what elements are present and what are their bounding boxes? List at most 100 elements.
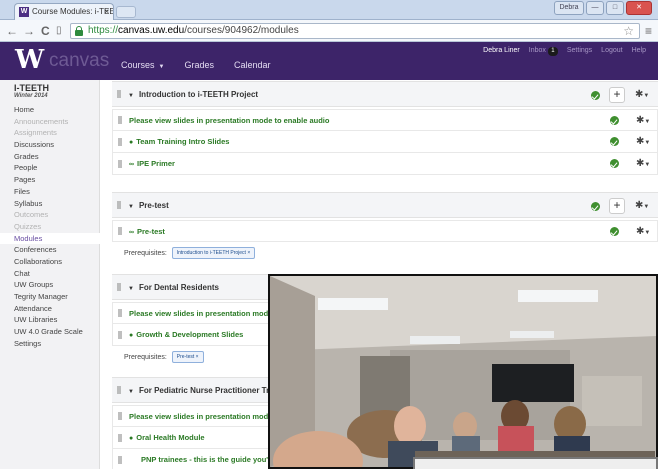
user-name-link[interactable]: Debra Liner bbox=[483, 47, 520, 56]
sidebar-item-chat[interactable]: Chat bbox=[0, 268, 100, 280]
item-title[interactable]: ● Team Training Intro Slides bbox=[129, 137, 229, 146]
gear-icon[interactable]: ✱▼ bbox=[636, 113, 654, 129]
window-user-button[interactable]: Debra bbox=[554, 1, 584, 15]
sidebar-item-syllabus[interactable]: Syllabus bbox=[0, 198, 100, 210]
collapse-triangle-icon[interactable]: ▼ bbox=[128, 286, 134, 292]
drag-handle-icon[interactable] bbox=[118, 433, 122, 442]
published-check-icon[interactable] bbox=[610, 137, 619, 146]
module-item[interactable]: ● Team Training Intro Slides ✱▼ bbox=[112, 131, 658, 153]
drag-handle-icon[interactable] bbox=[118, 159, 122, 168]
wrench-menu-icon[interactable]: ≡ bbox=[645, 24, 652, 38]
module-item[interactable]: ∞ IPE Primer ✱▼ bbox=[112, 153, 658, 175]
sidebar-item-conferences[interactable]: Conferences bbox=[0, 244, 100, 256]
drag-handle-icon[interactable] bbox=[117, 283, 121, 291]
item-title[interactable]: ∞ IPE Primer bbox=[129, 159, 175, 168]
page-icon: ▯ bbox=[56, 25, 62, 36]
item-title[interactable]: ∞ Pre-test bbox=[129, 227, 165, 236]
reload-icon[interactable]: C bbox=[41, 24, 50, 38]
sidebar-item-quizzes[interactable]: Quizzes bbox=[0, 221, 100, 233]
published-check-icon[interactable] bbox=[591, 91, 600, 100]
sidebar-item-assignments[interactable]: Assignments bbox=[0, 127, 100, 139]
item-title[interactable]: Please view slides in presentation mode … bbox=[129, 309, 282, 318]
back-arrow-icon[interactable]: ← bbox=[6, 24, 18, 38]
drag-handle-icon[interactable] bbox=[118, 309, 122, 317]
sidebar-item-people[interactable]: People bbox=[0, 162, 100, 174]
sidebar-item-grades[interactable]: Grades bbox=[0, 151, 100, 163]
address-bar[interactable]: https://canvas.uw.edu/courses/904962/mod… bbox=[70, 23, 640, 39]
sidebar-item-discussions[interactable]: Discussions bbox=[0, 139, 100, 151]
module-title[interactable]: ▼ Introduction to i-TEETH Project bbox=[128, 90, 258, 99]
forward-arrow-icon[interactable]: → bbox=[23, 24, 35, 38]
sidebar-item-uw-groups[interactable]: UW Groups bbox=[0, 279, 100, 291]
maximize-icon[interactable]: □ bbox=[606, 1, 624, 15]
sidebar-item-settings[interactable]: Settings bbox=[0, 338, 100, 350]
gear-icon[interactable]: ✱▼ bbox=[635, 87, 653, 103]
collapse-triangle-icon[interactable]: ▼ bbox=[128, 204, 134, 210]
help-link[interactable]: Help bbox=[632, 47, 646, 56]
tab-close-icon[interactable]: × bbox=[104, 4, 109, 19]
prerequisite-pill[interactable]: Introduction to i-TEETH Project × bbox=[171, 247, 256, 260]
published-check-icon[interactable] bbox=[610, 116, 619, 125]
canvas-wordmark[interactable]: canvas bbox=[49, 50, 109, 72]
collapse-triangle-icon[interactable]: ▼ bbox=[128, 389, 134, 395]
module-introduction: ▼ Introduction to i-TEETH Project + ✱▼ Pl… bbox=[112, 81, 658, 175]
module-title[interactable]: ▼ For Pediatric Nurse Practitioner Trai bbox=[128, 386, 276, 395]
sidebar-item-outcomes[interactable]: Outcomes bbox=[0, 209, 100, 221]
drag-handle-icon[interactable] bbox=[118, 330, 122, 339]
published-check-icon[interactable] bbox=[610, 159, 619, 168]
gear-icon[interactable]: ✱▼ bbox=[636, 224, 654, 240]
gear-icon[interactable]: ✱▼ bbox=[636, 156, 654, 172]
nav-courses[interactable]: Courses ▼ bbox=[121, 60, 164, 70]
close-window-icon[interactable]: ✕ bbox=[626, 1, 652, 15]
module-title[interactable]: ▼ For Dental Residents bbox=[128, 283, 219, 292]
nav-grades[interactable]: Grades bbox=[184, 60, 214, 70]
sidebar-item-collaborations[interactable]: Collaborations bbox=[0, 256, 100, 268]
module-item[interactable]: ∞ Pre-test ✱▼ bbox=[112, 220, 658, 242]
drag-handle-icon[interactable] bbox=[118, 455, 122, 464]
browser-tab[interactable]: W Course Modules: i-TEETH × bbox=[14, 3, 114, 20]
gear-icon[interactable]: ✱▼ bbox=[635, 198, 653, 214]
module-header[interactable]: ▼ Introduction to i-TEETH Project + ✱▼ bbox=[112, 81, 658, 107]
sidebar-item-uw-4-0-grade-scale[interactable]: UW 4.0 Grade Scale bbox=[0, 326, 100, 338]
drag-handle-icon[interactable] bbox=[118, 227, 122, 235]
module-header[interactable]: ▼ Pre-test + ✱▼ bbox=[112, 192, 658, 218]
sidebar-item-attendance[interactable]: Attendance bbox=[0, 303, 100, 315]
minimize-icon[interactable]: — bbox=[586, 1, 604, 15]
collapse-triangle-icon[interactable]: ▼ bbox=[128, 93, 134, 99]
bookmark-star-icon[interactable]: ☆ bbox=[623, 24, 634, 38]
settings-link[interactable]: Settings bbox=[567, 47, 592, 56]
sidebar-item-files[interactable]: Files bbox=[0, 186, 100, 198]
prerequisite-pill[interactable]: Pre-test × bbox=[171, 351, 204, 364]
inbox-link[interactable]: Inbox 1 bbox=[529, 47, 558, 56]
sidebar-item-pages[interactable]: Pages bbox=[0, 174, 100, 186]
drag-handle-icon[interactable] bbox=[118, 412, 122, 420]
module-title[interactable]: ▼ Pre-test bbox=[128, 201, 169, 210]
item-title[interactable]: Please view slides in presentation mode … bbox=[129, 412, 282, 421]
drag-handle-icon[interactable] bbox=[117, 386, 121, 394]
drag-handle-icon[interactable] bbox=[117, 201, 121, 209]
sidebar-item-home[interactable]: Home bbox=[0, 104, 100, 116]
item-title[interactable]: Please view slides in presentation mode … bbox=[129, 116, 329, 125]
module-item[interactable]: Please view slides in presentation mode … bbox=[112, 109, 658, 131]
course-title[interactable]: I-TEETH bbox=[14, 83, 49, 93]
sidebar-item-tegrity-manager[interactable]: Tegrity Manager bbox=[0, 291, 100, 303]
new-tab-button[interactable] bbox=[116, 6, 136, 18]
item-title[interactable]: ● Growth & Development Slides bbox=[129, 330, 243, 339]
sidebar-item-announcements[interactable]: Announcements bbox=[0, 116, 100, 128]
drag-handle-icon[interactable] bbox=[118, 116, 122, 124]
nav-calendar[interactable]: Calendar bbox=[234, 60, 271, 70]
drag-handle-icon[interactable] bbox=[117, 90, 121, 98]
uw-logo[interactable]: W bbox=[15, 45, 44, 75]
add-item-button[interactable]: + bbox=[609, 87, 625, 103]
add-item-button[interactable]: + bbox=[609, 198, 625, 214]
item-title[interactable]: ● Oral Health Module bbox=[129, 433, 205, 442]
drag-handle-icon[interactable] bbox=[118, 137, 122, 146]
sidebar-item-uw-libraries[interactable]: UW Libraries bbox=[0, 314, 100, 326]
item-title[interactable]: PNP trainees - this is the guide you'll … bbox=[141, 455, 279, 464]
prerequisites-row: Prerequisites: Introduction to i-TEETH P… bbox=[112, 242, 658, 266]
published-check-icon[interactable] bbox=[591, 202, 600, 211]
logout-link[interactable]: Logout bbox=[601, 47, 622, 56]
gear-icon[interactable]: ✱▼ bbox=[636, 134, 654, 150]
sidebar-item-modules[interactable]: Modules bbox=[0, 232, 100, 245]
published-check-icon[interactable] bbox=[610, 227, 619, 236]
